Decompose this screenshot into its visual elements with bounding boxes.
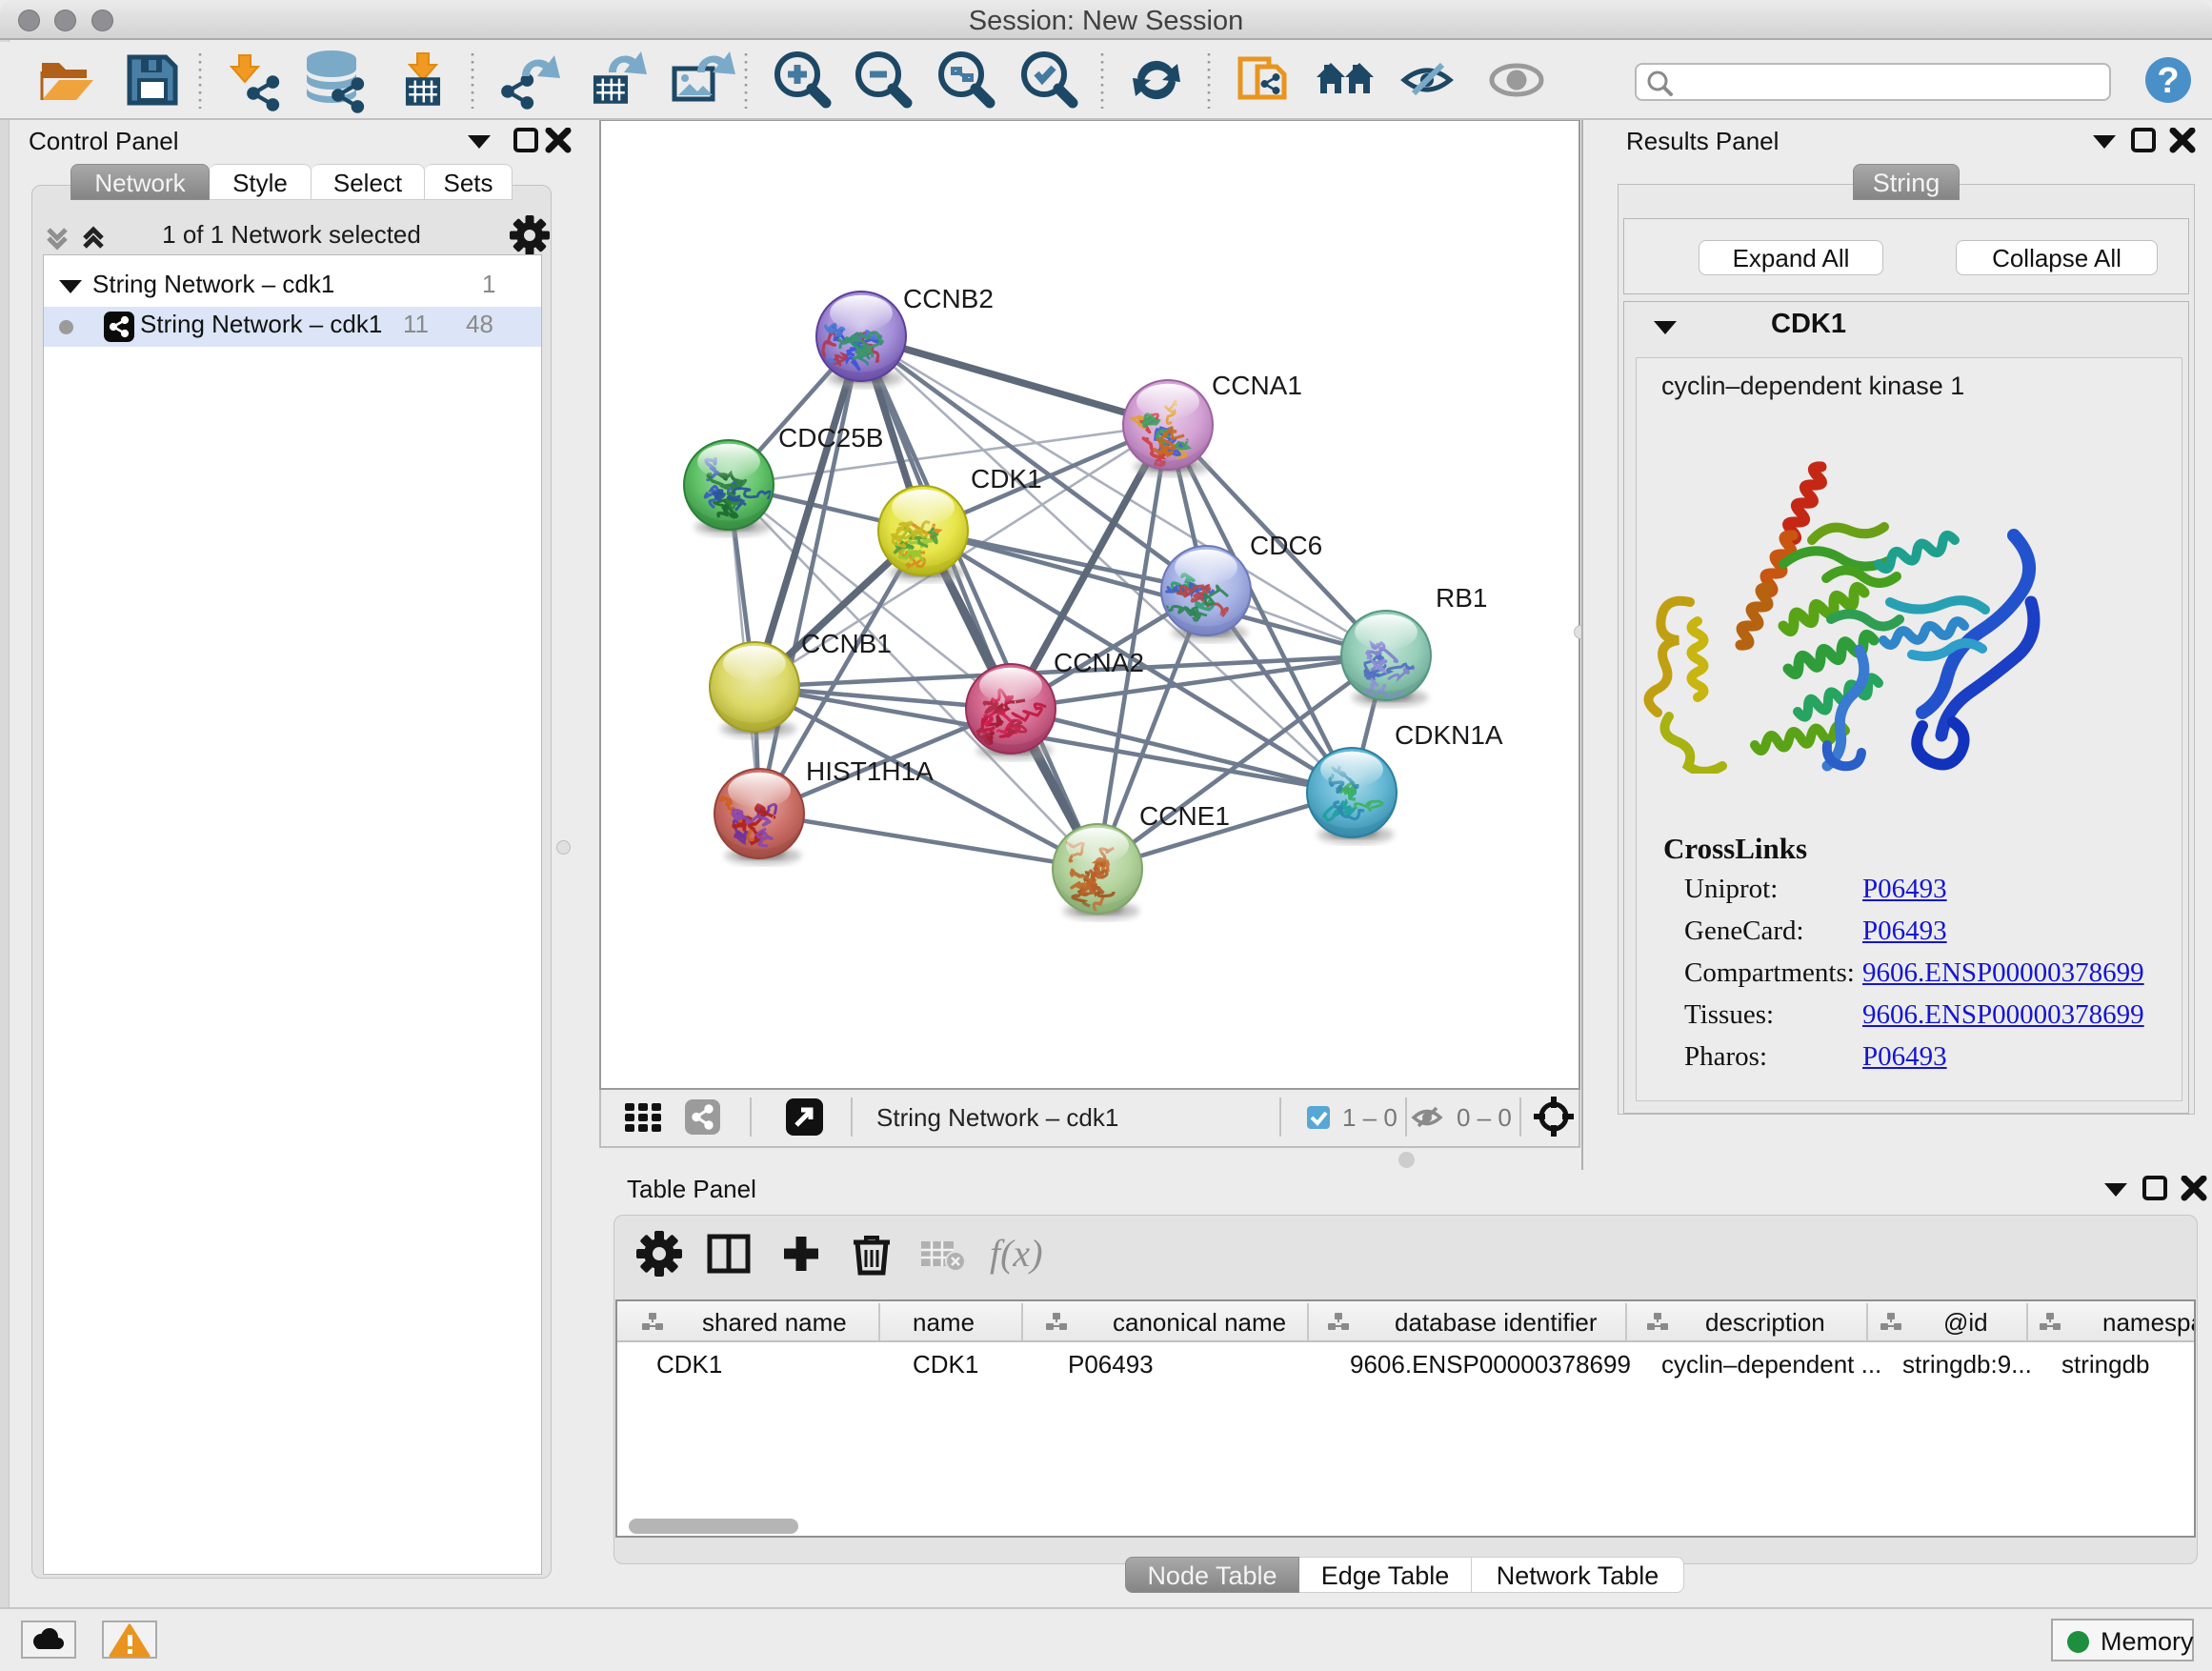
svg-text:shared name: shared name	[702, 1308, 847, 1337]
svg-text:CDK1: CDK1	[971, 464, 1042, 493]
svg-text:description: description	[1705, 1308, 1825, 1337]
svg-text:HIST1H1A: HIST1H1A	[806, 756, 934, 786]
svg-text:CDC25B: CDC25B	[778, 423, 883, 453]
svg-text:9606.ENSP00000378699: 9606.ENSP00000378699	[1350, 1350, 1631, 1379]
svg-text:stringdb: stringdb	[2061, 1350, 2150, 1379]
svg-text:CCNA1: CCNA1	[1212, 371, 1302, 400]
svg-text:CCNB1: CCNB1	[801, 629, 892, 658]
svg-text:@id: @id	[1943, 1308, 1988, 1337]
svg-text:stringdb:9...: stringdb:9...	[1902, 1350, 2032, 1379]
svg-text:CDKN1A: CDKN1A	[1395, 720, 1503, 750]
svg-text:0 – 0: 0 – 0	[1457, 1103, 1512, 1132]
svg-text:database identifier: database identifier	[1395, 1308, 1598, 1337]
svg-text:String Network – cdk1: String Network – cdk1	[876, 1103, 1118, 1132]
svg-text:CCNE1: CCNE1	[1139, 801, 1230, 831]
svg-text:cyclin–dependent ...: cyclin–dependent ...	[1661, 1350, 1881, 1379]
svg-text:CCNA2: CCNA2	[1054, 648, 1144, 677]
svg-text:canonical name: canonical name	[1113, 1308, 1286, 1337]
svg-text:?: ?	[2157, 61, 2179, 101]
svg-text:CDK1: CDK1	[656, 1350, 722, 1379]
svg-text:namespac: namespac	[2102, 1308, 2194, 1337]
svg-text:CDK1: CDK1	[913, 1350, 978, 1379]
svg-text:RB1: RB1	[1436, 583, 1487, 613]
svg-text:1 – 0: 1 – 0	[1342, 1103, 1398, 1132]
svg-text:P06493: P06493	[1068, 1350, 1154, 1379]
svg-text:name: name	[913, 1308, 975, 1337]
svg-text:CCNB2: CCNB2	[903, 284, 994, 313]
svg-text:CDC6: CDC6	[1250, 531, 1322, 560]
svg-text:f(x): f(x)	[990, 1232, 1043, 1275]
